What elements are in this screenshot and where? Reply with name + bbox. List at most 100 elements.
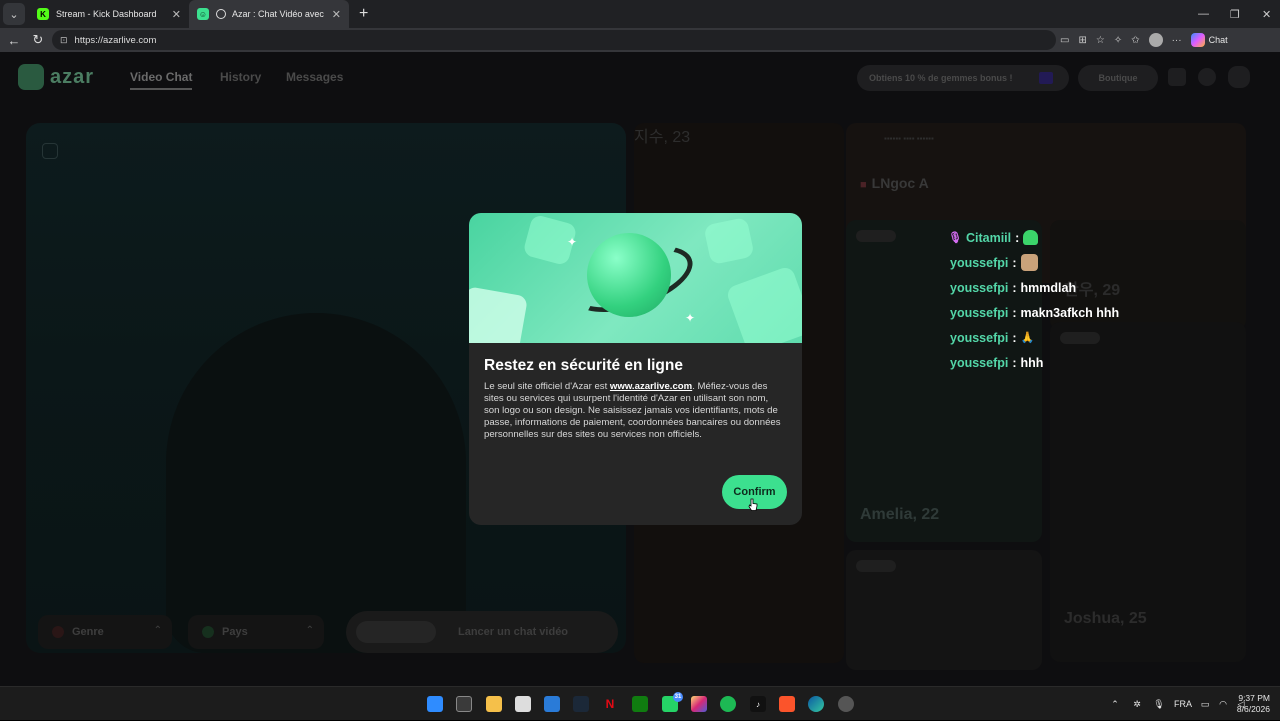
gender-label: Genre (72, 626, 104, 638)
promo-text: Obtiens 10 % de gemmes bonus ! (869, 73, 1013, 83)
clock-time: 9:37 PM (1238, 693, 1270, 703)
live-badge (856, 560, 896, 572)
praying-hands-emote-icon: 🙏 (1020, 332, 1035, 344)
user-avatar[interactable] (1228, 66, 1250, 88)
faint-header-text: ▪▪▪▪▪▪ ▪▪▪▪ ▪▪▪▪▪▪ (884, 134, 934, 143)
close-icon[interactable]: ✕ (172, 8, 181, 21)
whatsapp-icon[interactable]: 31 (662, 692, 683, 712)
chat-message: youssefpi : hmmdlah (950, 275, 1119, 300)
inbox-icon[interactable] (1168, 68, 1186, 86)
tiktok-icon[interactable]: ♪ (750, 696, 766, 712)
spotify-icon[interactable] (720, 696, 736, 712)
flag-icon: ■ (860, 179, 867, 191)
official-site-link[interactable]: www.azarlive.com (610, 381, 692, 392)
more-options-icon[interactable]: ··· (1172, 35, 1182, 46)
nav-messages[interactable]: Messages (286, 70, 343, 84)
back-arrow-icon[interactable]: ← (2, 33, 26, 48)
bell-icon[interactable] (1198, 68, 1216, 86)
windows-taskbar: N 31 ♪ ⌃ ✲ 🎙 FRA ▭ ◠ ◁ 9:37 PM 8/6/2026 (0, 686, 1280, 720)
gender-filter-select[interactable]: Genre ⌃ (38, 615, 172, 649)
chat-username: youssefpi (950, 355, 1009, 370)
site-info-icon[interactable]: ⊡ (60, 35, 68, 46)
chat-text: hmmdlah (1020, 280, 1077, 295)
nav-history[interactable]: History (220, 70, 261, 84)
file-explorer-icon[interactable] (486, 696, 502, 712)
launch-video-chat-button[interactable]: Lancer un chat vidéo (346, 611, 618, 653)
system-clock[interactable]: 9:37 PM 8/6/2026 (1228, 693, 1270, 715)
microphone-icon[interactable]: 🎙 (1148, 699, 1170, 710)
browser-address-bar: ← ↻ ⊡ https://azarlive.com ▭ ⊞ ☆ ✧ ✩ ···… (0, 28, 1280, 52)
instagram-icon[interactable] (691, 696, 707, 712)
smiling-planet-icon (587, 233, 671, 317)
chat-username: youssefpi (950, 305, 1009, 320)
country-filter-select[interactable]: Pays ⌃ (188, 615, 324, 649)
reload-icon[interactable]: ↻ (26, 32, 50, 48)
launch-label: Lancer un chat vidéo (458, 626, 569, 638)
apps-icon[interactable]: ⊞ (1078, 35, 1086, 46)
card-caption: Joshua, 25 (1064, 610, 1147, 627)
extensions-icon[interactable]: ✧ (1114, 35, 1122, 46)
expand-icon[interactable] (42, 143, 58, 159)
chat-separator: : (1015, 230, 1020, 245)
magic-wand-icon[interactable] (42, 181, 58, 197)
microsoft-store-icon[interactable] (515, 696, 531, 712)
gem-promo-button[interactable]: Obtiens 10 % de gemmes bonus ! (857, 65, 1069, 91)
netflix-icon[interactable]: N (602, 696, 618, 712)
url-input[interactable]: ⊡ https://azarlive.com (52, 30, 1056, 50)
profile-card[interactable] (846, 550, 1042, 670)
cat-emote-icon (1020, 254, 1038, 271)
chat-separator: : (1012, 355, 1017, 370)
close-icon[interactable]: ✕ (332, 8, 341, 21)
stream-chat-overlay: 🎙 Citamiil : youssefpi : youssefpi : hmm… (948, 225, 1119, 375)
chat-username: youssefpi (950, 280, 1009, 295)
copilot-chat-button[interactable]: Chat (1190, 33, 1228, 47)
monitor-icon[interactable]: ▭ (1196, 699, 1214, 710)
sparkle-icon: ✦ (567, 235, 578, 249)
windows-start-icon[interactable] (427, 696, 443, 712)
profile-avatar[interactable] (1148, 33, 1163, 47)
site-header: azar Video Chat History Messages Obtiens… (0, 52, 1280, 104)
favorite-star-icon[interactable]: ☆ (1096, 35, 1105, 46)
azar-logo-icon: ☺ (197, 8, 209, 20)
dialog-hero-illustration: ✦ ✦ (469, 213, 802, 343)
notification-badge: 31 (673, 692, 683, 702)
copilot-icon (1190, 33, 1205, 47)
shop-button[interactable]: Boutique (1078, 65, 1158, 91)
chat-message: youssefpi : hhh (950, 350, 1119, 375)
microphone-icon: 🎙 (948, 232, 962, 244)
brave-icon[interactable] (779, 696, 795, 712)
window-restore-button[interactable]: ❐ (1230, 0, 1240, 28)
azar-logo[interactable]: azar (18, 64, 94, 90)
chat-message: youssefpi : (950, 250, 1119, 275)
card-caption: Amelia, 22 (860, 506, 940, 523)
chat-username: Citamiil (965, 230, 1012, 245)
tab-azar[interactable]: ☺ Azar : Chat Vidéo avec de nou ✕ (189, 0, 349, 28)
cube-decoration (703, 216, 755, 266)
chat-separator: : (1012, 255, 1017, 270)
chevron-up-icon: ⌃ (153, 625, 162, 636)
chat-text: hhh (1020, 355, 1044, 370)
chat-message: 🎙 Citamiil : (948, 225, 1119, 250)
outlook-icon[interactable] (544, 696, 560, 712)
dialog-body: Le seul site officiel d'Azar est www.aza… (484, 381, 786, 441)
settings-gear-icon[interactable]: ✲ (1126, 699, 1148, 710)
steam-icon[interactable] (573, 696, 589, 712)
chevron-up-icon[interactable]: ⌃ (1104, 699, 1126, 710)
tab-kick-dashboard[interactable]: K Stream - Kick Dashboard ✕ (29, 0, 189, 28)
card-caption: 지수, 23 (634, 129, 691, 146)
favorites-icon[interactable]: ✩ (1131, 35, 1139, 46)
window-close-button[interactable]: ✕ (1262, 0, 1271, 28)
chat-label: Chat (1208, 35, 1228, 45)
edge-browser-icon[interactable] (808, 696, 824, 712)
xbox-icon[interactable] (632, 696, 648, 712)
featured-profile-name[interactable]: ■ LNgoc A (860, 175, 929, 191)
camera-icon[interactable]: ▭ (1060, 35, 1069, 46)
nav-video-chat[interactable]: Video Chat (130, 70, 193, 90)
chrome-icon[interactable] (838, 696, 854, 712)
language-indicator[interactable]: FRA (1170, 699, 1196, 709)
tab-actions-menu-button[interactable]: ⌄ (3, 3, 25, 25)
window-minimize-button[interactable]: — (1198, 0, 1209, 28)
new-tab-button[interactable]: + (359, 5, 368, 23)
sparkle-icon: ✦ (685, 311, 696, 325)
task-view-icon[interactable] (456, 696, 472, 712)
